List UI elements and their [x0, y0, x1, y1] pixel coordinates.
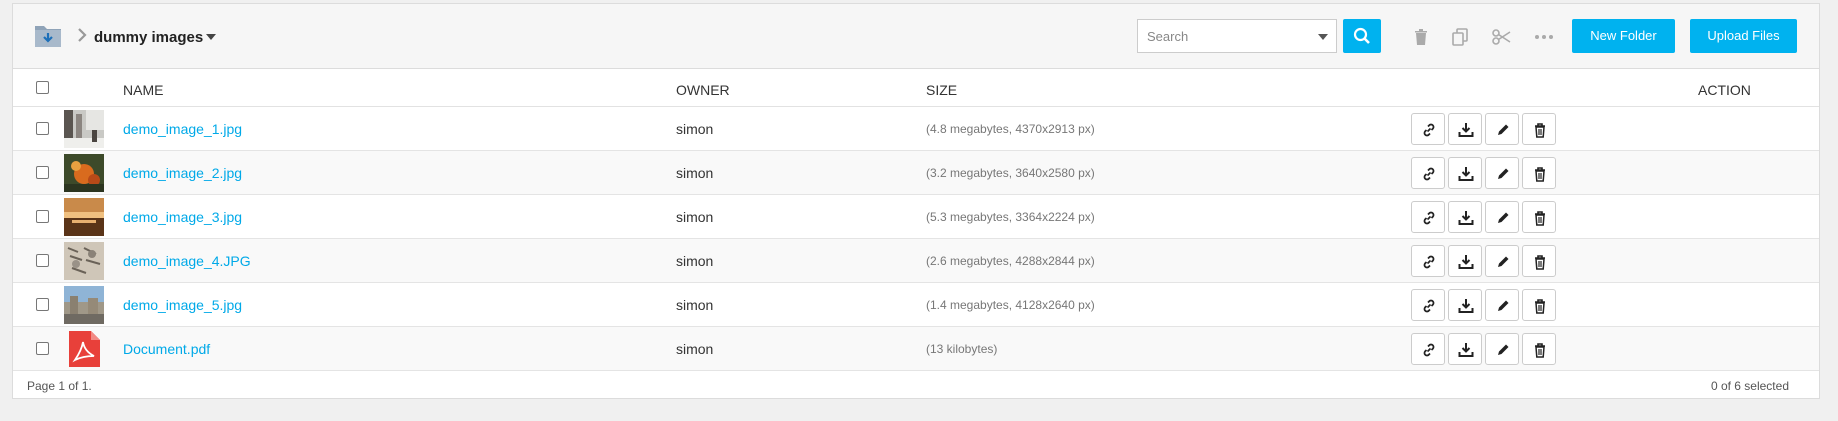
search-icon — [1353, 27, 1370, 44]
table-header: NAME OWNER SIZE ACTION — [13, 69, 1819, 107]
table-row[interactable]: demo_image_3.jpg simon (5.3 megabytes, 3… — [13, 195, 1819, 239]
column-header-action: ACTION — [1698, 82, 1751, 98]
file-name-link[interactable]: demo_image_2.jpg — [123, 165, 242, 181]
image-thumbnail — [64, 286, 104, 324]
search-dropdown-caret-icon[interactable] — [1318, 34, 1328, 40]
delete-trash-button[interactable] — [1522, 201, 1556, 233]
row-checkbox[interactable] — [36, 122, 49, 135]
chevron-right-icon — [75, 27, 89, 43]
download-button[interactable] — [1448, 245, 1482, 277]
file-owner: simon — [676, 341, 714, 357]
folder-download-icon[interactable] — [34, 22, 62, 48]
row-checkbox[interactable] — [36, 166, 49, 179]
download-button[interactable] — [1448, 201, 1482, 233]
edit-pencil-button[interactable] — [1485, 201, 1519, 233]
download-button[interactable] — [1448, 289, 1482, 321]
file-size: (3.2 megabytes, 3640x2580 px) — [926, 166, 1095, 180]
edit-pencil-button[interactable] — [1485, 333, 1519, 365]
image-thumbnail — [64, 154, 104, 192]
file-owner: simon — [676, 253, 714, 269]
pdf-file-icon — [64, 330, 104, 368]
image-thumbnail — [64, 198, 104, 236]
table-row[interactable]: demo_image_4.JPG simon (2.6 megabytes, 4… — [13, 239, 1819, 283]
link-button[interactable] — [1411, 289, 1445, 321]
link-button[interactable] — [1411, 245, 1445, 277]
column-header-size[interactable]: SIZE — [926, 82, 957, 98]
file-size: (5.3 megabytes, 3364x2224 px) — [926, 210, 1095, 224]
file-owner: simon — [676, 209, 714, 225]
select-all-checkbox[interactable] — [36, 81, 49, 94]
download-button[interactable] — [1448, 113, 1482, 145]
table-row[interactable]: demo_image_2.jpg simon (3.2 megabytes, 3… — [13, 151, 1819, 195]
copy-icon[interactable] — [1449, 26, 1471, 48]
search-button[interactable] — [1343, 19, 1381, 53]
file-size: (13 kilobytes) — [926, 342, 998, 356]
page-info: Page 1 of 1. — [27, 379, 92, 393]
download-button[interactable] — [1448, 157, 1482, 189]
file-size: (4.8 megabytes, 4370x2913 px) — [926, 122, 1095, 136]
file-owner: simon — [676, 297, 714, 313]
column-header-owner[interactable]: OWNER — [676, 82, 730, 98]
delete-trash-button[interactable] — [1522, 113, 1556, 145]
toolbar: dummy images Search New Folder Upload Fi… — [13, 4, 1819, 69]
delete-trash-button[interactable] — [1522, 157, 1556, 189]
file-size: (1.4 megabytes, 4128x2640 px) — [926, 298, 1095, 312]
row-checkbox[interactable] — [36, 298, 49, 311]
search-field — [1137, 19, 1337, 53]
file-name-link[interactable]: demo_image_4.JPG — [123, 253, 251, 269]
selection-count: 0 of 6 selected — [1710, 379, 1789, 393]
file-name-link[interactable]: demo_image_3.jpg — [123, 209, 242, 225]
more-options-icon[interactable] — [1533, 26, 1555, 48]
delete-trash-button[interactable] — [1522, 289, 1556, 321]
delete-trash-button[interactable] — [1522, 333, 1556, 365]
table-row[interactable]: demo_image_5.jpg simon (1.4 megabytes, 4… — [13, 283, 1819, 327]
link-button[interactable] — [1411, 157, 1445, 189]
row-checkbox[interactable] — [36, 342, 49, 355]
row-checkbox[interactable] — [36, 254, 49, 267]
new-folder-button[interactable]: New Folder — [1572, 19, 1675, 53]
upload-files-button[interactable]: Upload Files — [1690, 19, 1797, 53]
file-size: (2.6 megabytes, 4288x2844 px) — [926, 254, 1095, 268]
file-name-link[interactable]: demo_image_5.jpg — [123, 297, 242, 313]
caret-down-icon[interactable] — [206, 34, 216, 40]
edit-pencil-button[interactable] — [1485, 113, 1519, 145]
edit-pencil-button[interactable] — [1485, 157, 1519, 189]
link-button[interactable] — [1411, 333, 1445, 365]
trash-icon[interactable] — [1410, 26, 1432, 48]
file-manager-panel: dummy images Search New Folder Upload Fi… — [12, 3, 1820, 399]
link-button[interactable] — [1411, 201, 1445, 233]
delete-trash-button[interactable] — [1522, 245, 1556, 277]
image-thumbnail — [64, 242, 104, 280]
table-row[interactable]: Document.pdf simon (13 kilobytes) — [13, 327, 1819, 371]
file-name-link[interactable]: demo_image_1.jpg — [123, 121, 242, 137]
link-button[interactable] — [1411, 113, 1445, 145]
scissors-icon[interactable] — [1491, 26, 1513, 48]
file-owner: simon — [676, 121, 714, 137]
edit-pencil-button[interactable] — [1485, 245, 1519, 277]
file-owner: simon — [676, 165, 714, 181]
edit-pencil-button[interactable] — [1485, 289, 1519, 321]
file-name-link[interactable]: Document.pdf — [123, 341, 210, 357]
table-footer: Page 1 of 1. 0 of 6 selected — [13, 370, 1819, 400]
search-input[interactable] — [1138, 20, 1326, 52]
row-checkbox[interactable] — [36, 210, 49, 223]
image-thumbnail — [64, 110, 104, 148]
column-header-name[interactable]: NAME — [123, 82, 163, 98]
breadcrumb-current-folder[interactable]: dummy images — [94, 29, 203, 46]
download-button[interactable] — [1448, 333, 1482, 365]
table-row[interactable]: demo_image_1.jpg simon (4.8 megabytes, 4… — [13, 107, 1819, 151]
